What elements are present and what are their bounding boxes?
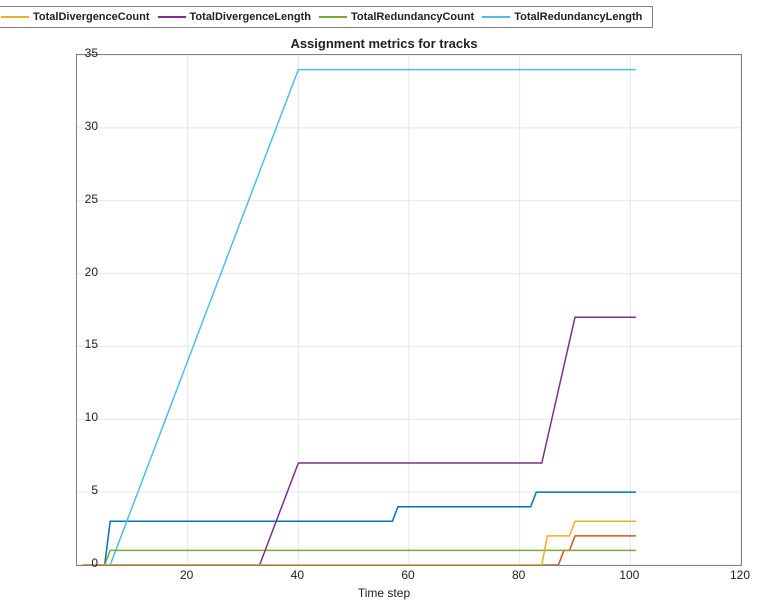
chart-title: Assignment metrics for tracks bbox=[0, 36, 768, 51]
legend-item: TotalDivergenceLength bbox=[158, 11, 311, 23]
y-tick-label: 0 bbox=[58, 556, 98, 570]
chart-legend: TotalDivergenceCount TotalDivergenceLeng… bbox=[0, 6, 653, 28]
y-tick-label: 20 bbox=[58, 265, 98, 279]
series-line bbox=[83, 70, 636, 565]
x-tick-label: 120 bbox=[725, 568, 755, 582]
y-tick-label: 10 bbox=[58, 410, 98, 424]
legend-item: TotalRedundancyLength bbox=[482, 11, 642, 23]
x-tick-label: 20 bbox=[172, 568, 202, 582]
legend-label: TotalDivergenceLength bbox=[190, 11, 311, 23]
x-tick-label: 60 bbox=[393, 568, 423, 582]
y-tick-label: 5 bbox=[58, 483, 98, 497]
legend-swatch bbox=[158, 16, 186, 18]
legend-label: TotalRedundancyLength bbox=[514, 11, 642, 23]
legend-item: TotalRedundancyCount bbox=[319, 11, 474, 23]
legend-swatch bbox=[482, 16, 510, 18]
legend-swatch bbox=[319, 16, 347, 18]
plot-area bbox=[76, 54, 742, 566]
series-line bbox=[83, 492, 636, 565]
x-axis-label: Time step bbox=[0, 586, 768, 600]
y-tick-label: 35 bbox=[58, 46, 98, 60]
lines bbox=[83, 70, 636, 565]
series-line bbox=[83, 550, 636, 565]
x-tick-label: 80 bbox=[504, 568, 534, 582]
legend-swatch bbox=[1, 16, 29, 18]
y-tick-label: 15 bbox=[58, 337, 98, 351]
series-line bbox=[83, 521, 636, 565]
x-tick-label: 100 bbox=[614, 568, 644, 582]
x-tick-label: 40 bbox=[282, 568, 312, 582]
series-line bbox=[83, 317, 636, 565]
legend-label: TotalRedundancyCount bbox=[351, 11, 474, 23]
chart-svg bbox=[77, 55, 741, 565]
y-tick-label: 30 bbox=[58, 119, 98, 133]
grid bbox=[77, 55, 741, 565]
legend-item: TotalDivergenceCount bbox=[1, 11, 150, 23]
y-tick-label: 25 bbox=[58, 192, 98, 206]
legend-label: TotalDivergenceCount bbox=[33, 11, 150, 23]
